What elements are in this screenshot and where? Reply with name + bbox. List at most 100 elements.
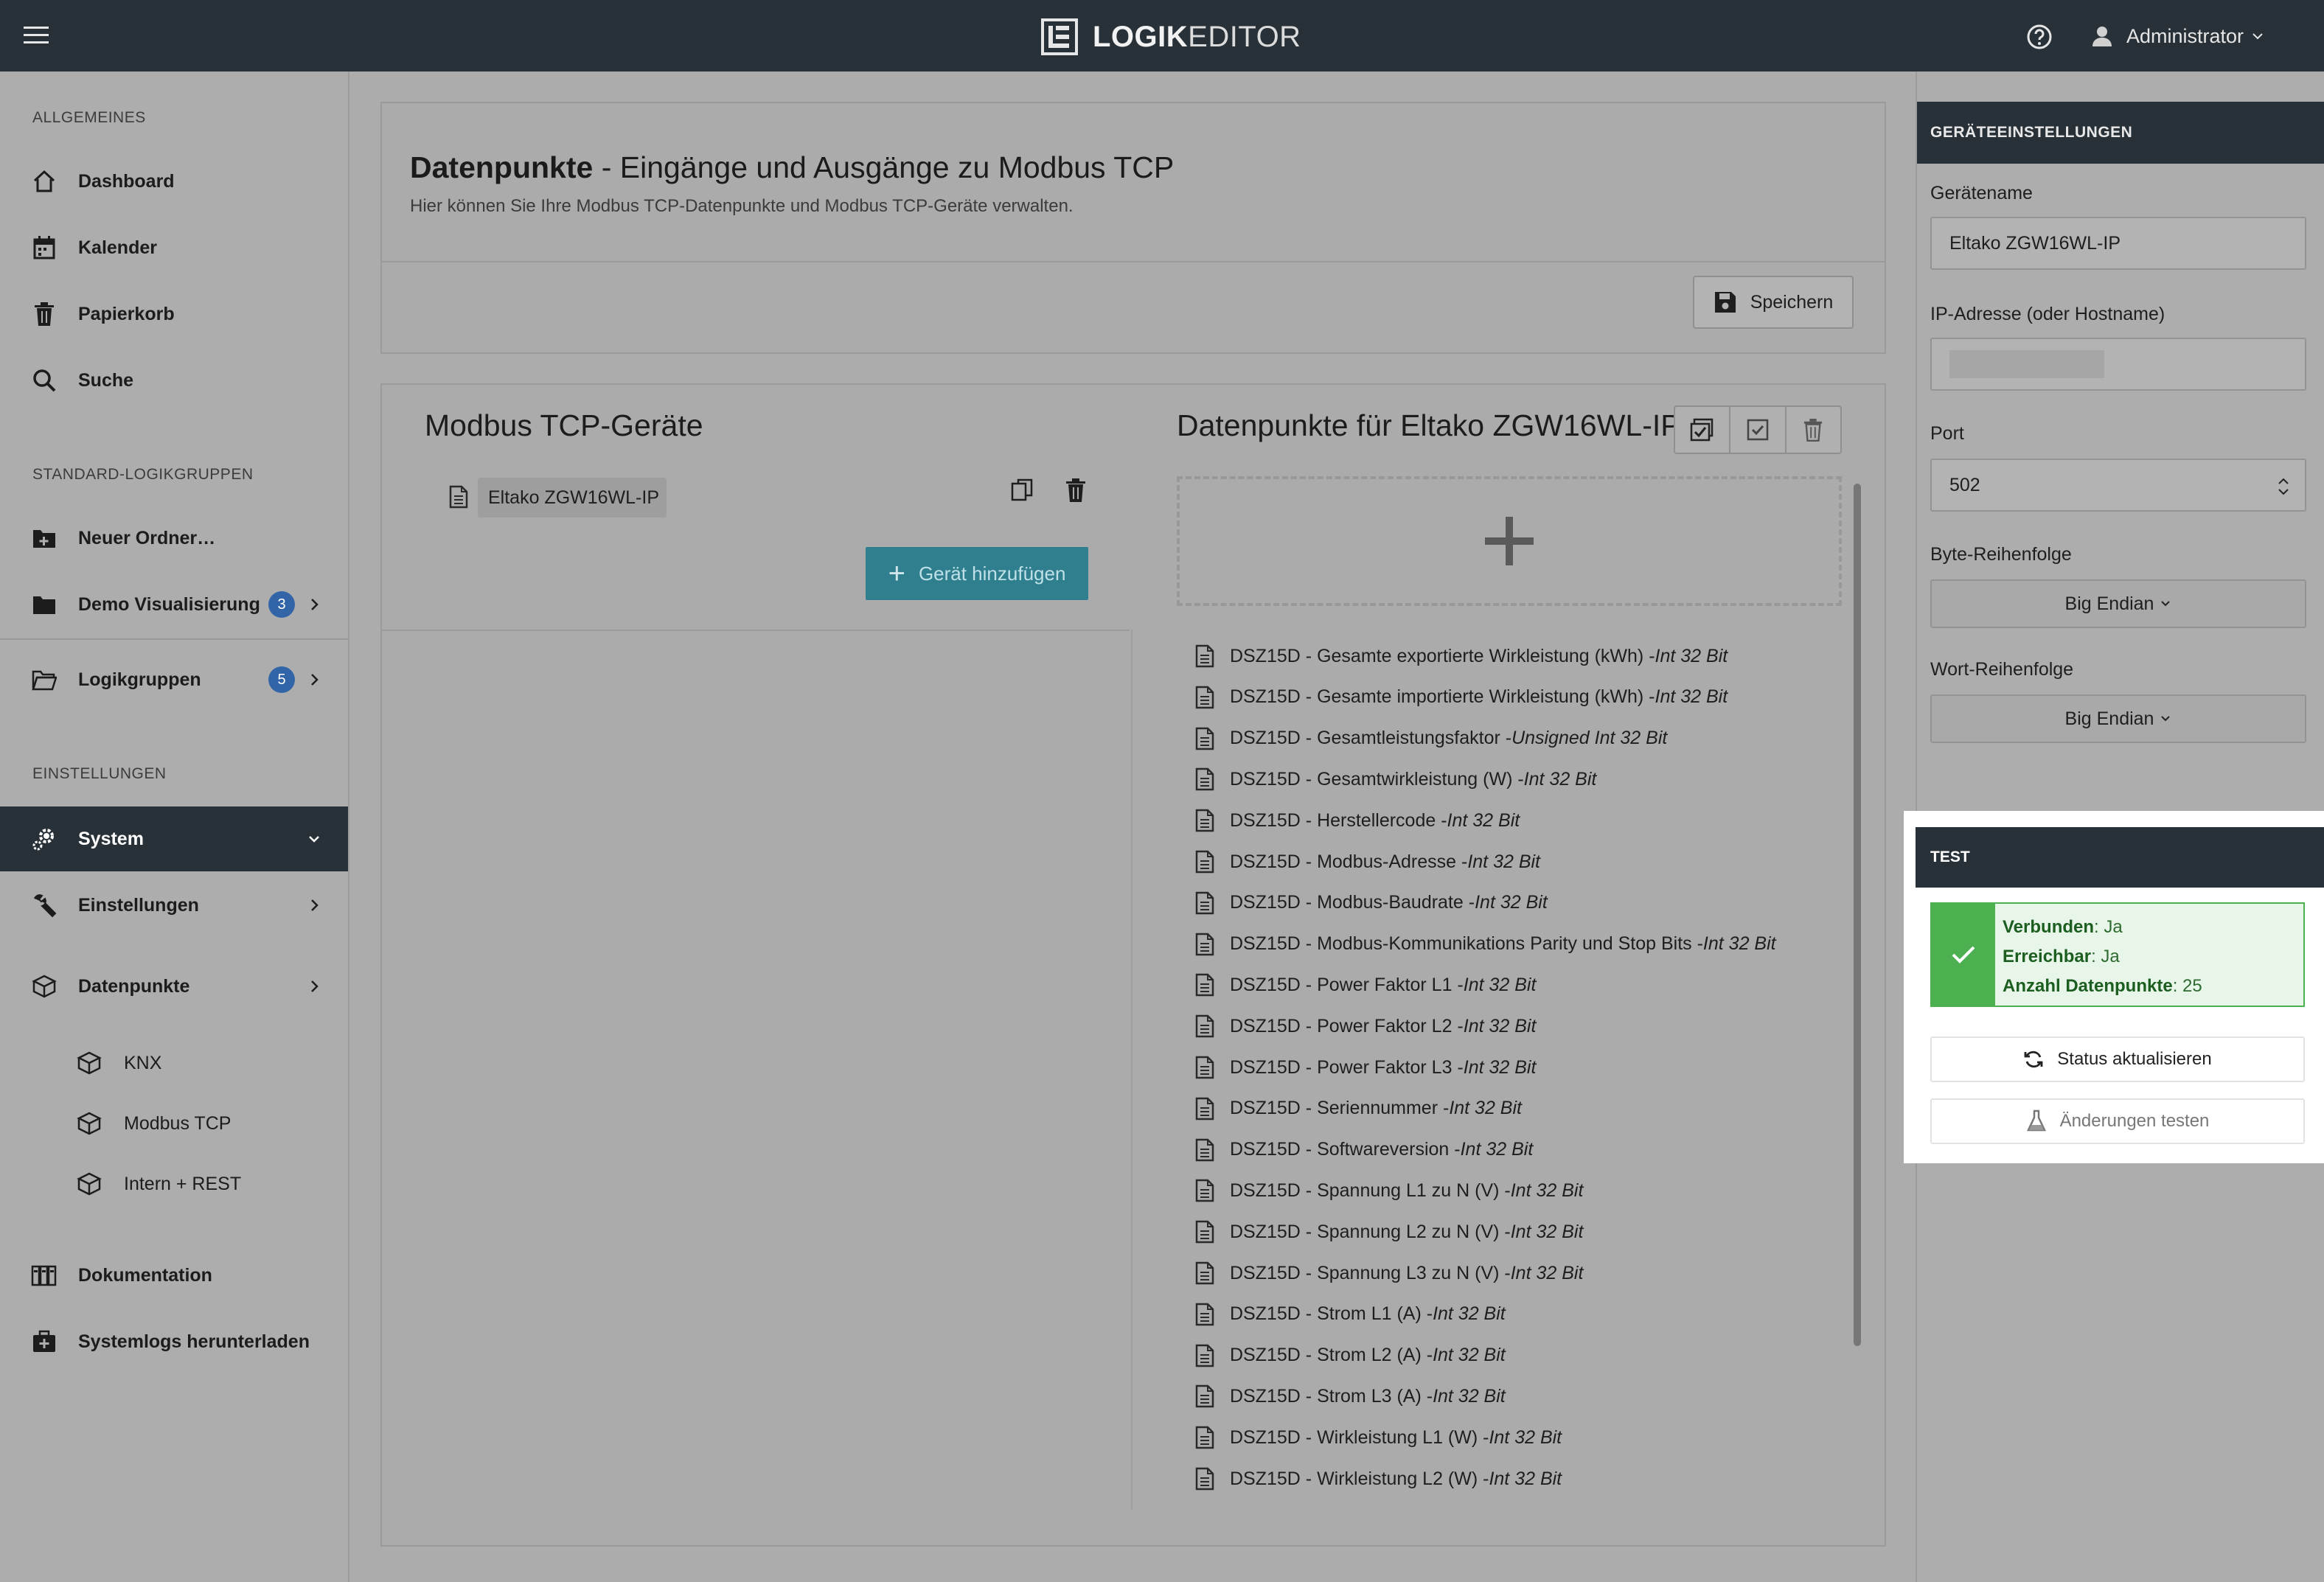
document-icon [1195, 1179, 1214, 1202]
check-button[interactable] [1730, 407, 1787, 453]
datapoint-name: DSZ15D - Power Faktor L2 - [1230, 1015, 1464, 1036]
menu-icon[interactable] [24, 24, 50, 47]
column-divider [1131, 630, 1133, 1510]
sidebar-item-label: Modbus TCP [124, 1112, 232, 1134]
sidebar-item-search[interactable]: Suche [0, 348, 348, 413]
chevron-down-icon [2252, 33, 2263, 40]
datapoint-item[interactable]: DSZ15D - Softwareversion - Int 32 Bit [1194, 1129, 1533, 1171]
datapoint-item[interactable]: DSZ15D - Power Faktor L2 - Int 32 Bit [1194, 1006, 1536, 1047]
datapoint-type: Int 32 Bit [1433, 1345, 1506, 1366]
delete-datapoints-button[interactable] [1787, 407, 1840, 453]
byte-order-label: Byte-Reihenfolge [1930, 544, 2072, 565]
redacted-value [1949, 350, 2104, 378]
select-all-button[interactable] [1675, 407, 1731, 453]
device-name-input[interactable]: Eltako ZGW16WL-IP [1930, 217, 2306, 270]
sidebar-item-system[interactable]: System [0, 806, 348, 871]
word-order-select[interactable]: Big Endian [1930, 694, 2306, 743]
sidebar-item-logic-groups[interactable]: Logikgruppen 5 [0, 647, 348, 712]
datapoint-item[interactable]: DSZ15D - Gesamte exportierte Wirkleistun… [1194, 635, 1728, 677]
sidebar-subitem-modbus-tcp[interactable]: Modbus TCP [0, 1095, 348, 1151]
chevron-right-icon [305, 671, 323, 689]
save-button[interactable]: Speichern [1693, 276, 1854, 329]
datapoint-item[interactable]: DSZ15D - Gesamtleistungsfaktor - Unsigne… [1194, 718, 1667, 759]
datapoint-item[interactable]: DSZ15D - Modbus-Baudrate - Int 32 Bit [1194, 882, 1548, 924]
document-icon [1195, 809, 1214, 832]
datapoint-item[interactable]: DSZ15D - Spannung L3 zu N (V) - Int 32 B… [1194, 1252, 1583, 1294]
datapoint-item[interactable]: DSZ15D - Wirkleistung L1 (W) - Int 32 Bi… [1194, 1417, 1562, 1458]
datapoint-item[interactable]: DSZ15D - Strom L3 (A) - Int 32 Bit [1194, 1376, 1506, 1417]
sidebar-item-datapoints[interactable]: Datenpunkte [0, 954, 348, 1019]
add-device-button[interactable]: + Gerät hinzufügen [866, 547, 1088, 600]
test-changes-label: Änderungen testen [2059, 1111, 2210, 1131]
datapoint-scrollbar[interactable] [1854, 484, 1861, 1346]
sidebar-item-dashboard[interactable]: Dashboard [0, 149, 348, 214]
sidebar-item-new-folder[interactable]: Neuer Ordner… [0, 506, 348, 571]
sidebar-item-demo-visualisation[interactable]: Demo Visualisierung 3 [0, 572, 348, 637]
datapoints-title: Datenpunkte für Eltako ZGW16WL-IP [1177, 408, 1681, 442]
sidebar-item-documentation[interactable]: Dokumentation [0, 1243, 348, 1308]
datapoint-item[interactable]: DSZ15D - Power Faktor L3 - Int 32 Bit [1194, 1047, 1536, 1088]
datapoint-item[interactable]: DSZ15D - Seriennummer - Int 32 Bit [1194, 1088, 1522, 1129]
user-name: Administrator [2126, 24, 2244, 47]
test-changes-button[interactable]: Änderungen testen [1930, 1098, 2305, 1144]
datapoint-name: DSZ15D - Modbus-Adresse - [1230, 851, 1468, 872]
datapoint-name: DSZ15D - Gesamtleistungsfaktor - [1230, 728, 1512, 749]
datapoint-item[interactable]: DSZ15D - Strom L2 (A) - Int 32 Bit [1194, 1335, 1506, 1376]
sidebar-subitem-knx[interactable]: KNX [0, 1035, 348, 1091]
help-icon[interactable] [2026, 24, 2053, 50]
datapoint-type: Int 32 Bit [1433, 1385, 1506, 1407]
datapoint-type: Int 32 Bit [1433, 1303, 1506, 1325]
status-reachable: Erreichbar: Ja [2003, 947, 2120, 966]
datapoint-name: DSZ15D - Gesamtwirkleistung (W) - [1230, 768, 1524, 790]
devices-divider [382, 630, 1130, 631]
sidebar-subitem-intern-rest[interactable]: Intern + REST [0, 1156, 348, 1212]
byte-order-select[interactable]: Big Endian [1930, 579, 2306, 628]
datapoint-name: DSZ15D - Spannung L3 zu N (V) - [1230, 1262, 1511, 1283]
app-logo[interactable]: LOGIKEDITOR [1041, 18, 1301, 56]
document-icon [1195, 974, 1214, 997]
port-input[interactable]: 502 [1930, 459, 2306, 512]
datapoint-type: Int 32 Bit [1510, 1221, 1584, 1242]
datapoint-item[interactable]: DSZ15D - Modbus-Adresse - Int 32 Bit [1194, 841, 1540, 882]
document-icon [1195, 1220, 1214, 1244]
chevron-right-icon [305, 596, 323, 613]
datapoint-item[interactable]: DSZ15D - Gesamte importierte Wirkleistun… [1194, 677, 1728, 718]
add-datapoint-dropzone[interactable] [1177, 476, 1842, 606]
folder-plus-icon [31, 525, 58, 551]
sidebar-item-calendar[interactable]: Kalender [0, 215, 348, 280]
stepper-icon[interactable] [2277, 476, 2290, 497]
datapoint-name: DSZ15D - Power Faktor L3 - [1230, 1056, 1464, 1078]
count-badge: 5 [268, 666, 295, 693]
datapoint-item[interactable]: DSZ15D - Wirkleistung L2 (W) - Int 32 Bi… [1194, 1458, 1562, 1499]
datapoint-item[interactable]: DSZ15D - Herstellercode - Int 32 Bit [1194, 800, 1520, 841]
sidebar-item-trash[interactable]: Papierkorb [0, 282, 348, 346]
user-menu[interactable]: Administrator [2091, 19, 2278, 53]
port-label: Port [1930, 423, 1964, 444]
sidebar-item-label: Logikgruppen [78, 669, 201, 690]
datapoint-item[interactable]: DSZ15D - Modbus-Kommunikations Parity un… [1194, 924, 1776, 965]
datapoint-item[interactable]: DSZ15D - Gesamtwirkleistung (W) - Int 32… [1194, 759, 1596, 800]
top-bar: LOGIKEDITOR Administrator [0, 0, 2324, 72]
medkit-icon [31, 1328, 58, 1355]
refresh-status-button[interactable]: Status aktualisieren [1930, 1036, 2305, 1082]
sidebar-item-settings[interactable]: Einstellungen [0, 873, 348, 938]
datapoint-item[interactable]: DSZ15D - Spannung L2 zu N (V) - Int 32 B… [1194, 1211, 1583, 1252]
document-icon [1195, 1138, 1214, 1161]
datapoint-item[interactable]: DSZ15D - Spannung L1 zu N (V) - Int 32 B… [1194, 1170, 1583, 1211]
datapoint-item[interactable]: DSZ15D - Strom L1 (A) - Int 32 Bit [1194, 1294, 1506, 1335]
sidebar-item-download-logs[interactable]: Systemlogs herunterladen [0, 1309, 348, 1374]
delete-device-icon[interactable] [1065, 478, 1087, 503]
datapoint-item[interactable]: DSZ15D - Power Faktor L1 - Int 32 Bit [1194, 964, 1536, 1006]
sidebar-section-groups: STANDARD-LOGIKGRUPPEN [32, 466, 254, 483]
datapoint-name: DSZ15D - Modbus-Kommunikations Parity un… [1230, 933, 1703, 955]
document-icon [1195, 1056, 1214, 1079]
ip-address-input[interactable] [1930, 338, 2306, 391]
chevron-right-icon [305, 978, 323, 995]
document-icon [1195, 1303, 1214, 1326]
success-bar [1932, 904, 1995, 1006]
document-icon [1195, 686, 1214, 709]
folder-open-icon [31, 666, 58, 693]
sidebar-item-label: System [78, 828, 144, 849]
copy-icon[interactable] [1010, 478, 1035, 503]
device-item-eltako[interactable]: Eltako ZGW16WL-IP [478, 478, 667, 518]
